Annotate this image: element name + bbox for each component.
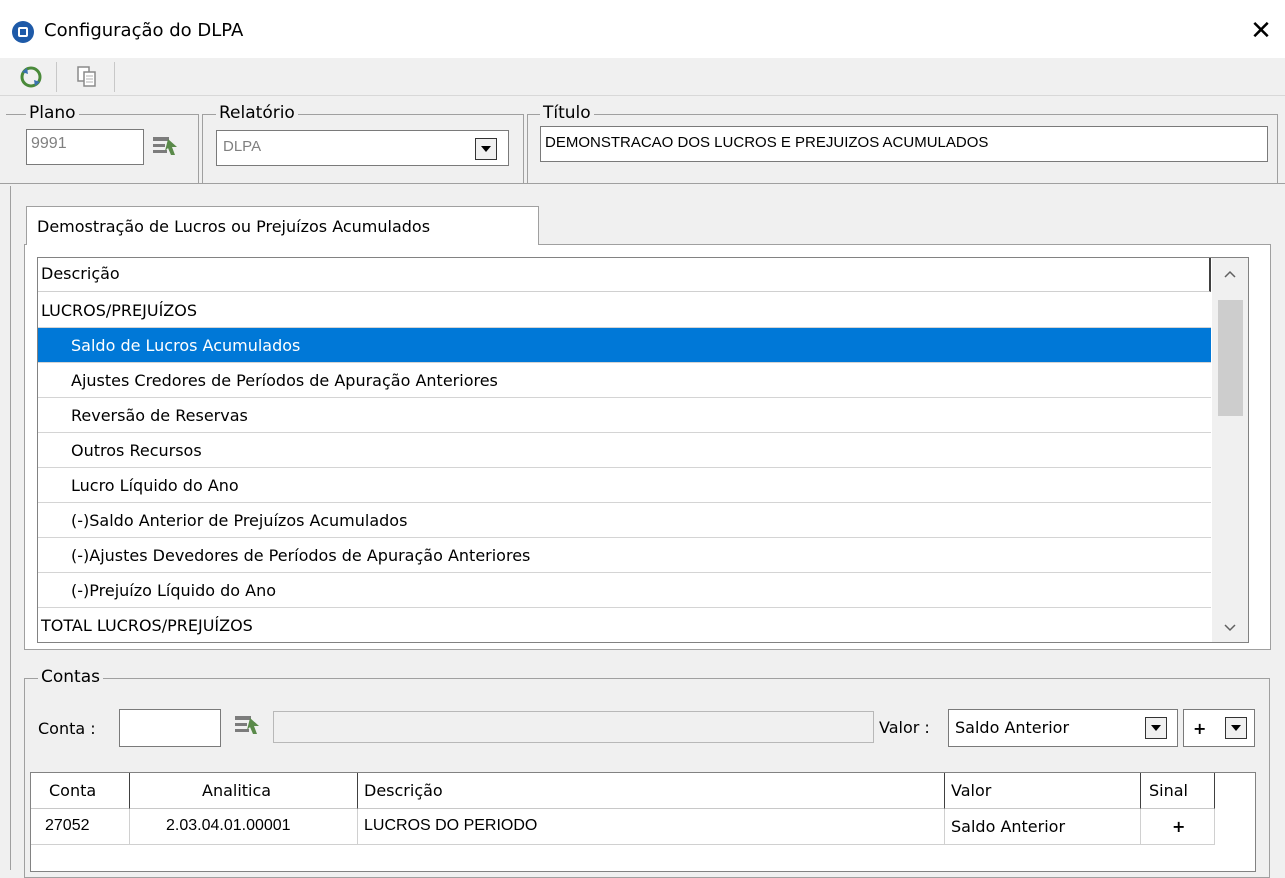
tab-label: Demostração de Lucros ou Prejuízos Acumu… <box>37 217 431 236</box>
lookup-icon[interactable] <box>232 712 262 740</box>
column-header-analitica[interactable]: Analitica <box>130 773 358 809</box>
conta-descricao-field <box>273 711 874 743</box>
titulo-input[interactable]: DEMONSTRACAO DOS LUCROS E PREJUIZOS ACUM… <box>540 126 1268 162</box>
list-item[interactable]: Reversão de Reservas <box>38 398 1211 433</box>
plano-input[interactable]: 9991 <box>26 129 144 165</box>
scrollbar-thumb[interactable] <box>1218 300 1243 416</box>
vertical-scrollbar[interactable] <box>1212 258 1248 642</box>
list-item[interactable]: Saldo de Lucros Acumulados <box>38 328 1211 363</box>
list-item[interactable]: Ajustes Credores de Períodos de Apuração… <box>38 363 1211 398</box>
list-item[interactable]: Outros Recursos <box>38 433 1211 468</box>
valor-label: Valor : <box>879 718 930 737</box>
chevron-down-icon[interactable] <box>1220 618 1240 638</box>
app-icon <box>12 21 34 43</box>
list-header[interactable]: Descrição <box>38 258 1211 292</box>
list-item[interactable]: TOTAL LUCROS/PREJUÍZOS <box>38 608 1211 642</box>
column-header-descricao[interactable]: Descrição <box>358 773 945 809</box>
table-row-cell-conta[interactable]: 27052 <box>31 809 130 845</box>
relatorio-select[interactable]: DLPA <box>216 130 509 166</box>
list-item[interactable]: LUCROS/PREJUÍZOS <box>38 293 1211 328</box>
tab-demostracao[interactable]: Demostração de Lucros ou Prejuízos Acumu… <box>26 206 539 245</box>
list-item[interactable]: Lucro Líquido do Ano <box>38 468 1211 503</box>
valor-select[interactable]: Saldo Anterior <box>948 709 1178 747</box>
table-row-cell-valor[interactable]: Saldo Anterior <box>945 809 1141 845</box>
list-item[interactable]: (-)Prejuízo Líquido do Ano <box>38 573 1211 608</box>
close-icon[interactable]: ✕ <box>1244 14 1278 48</box>
valor-dropdown-icon[interactable] <box>1145 717 1167 739</box>
column-header-sinal[interactable]: Sinal <box>1141 773 1215 809</box>
sinal-dropdown-icon[interactable] <box>1225 717 1247 739</box>
list-header-descricao: Descrição <box>41 264 120 283</box>
relatorio-dropdown-icon[interactable] <box>475 138 497 160</box>
plano-label: Plano <box>26 104 79 122</box>
table-row-cell-analitica[interactable]: 2.03.04.01.00001 <box>130 809 358 845</box>
contas-label: Contas <box>38 668 103 686</box>
column-header-conta[interactable]: Conta <box>31 773 130 809</box>
toolbar <box>0 58 1285 96</box>
descricao-list[interactable]: Descrição LUCROS/PREJUÍZOS Saldo de Lucr… <box>37 257 1249 643</box>
toolbar-separator <box>56 62 57 92</box>
refresh-icon[interactable] <box>16 62 46 92</box>
list-item[interactable]: (-)Saldo Anterior de Prejuízos Acumulado… <box>38 503 1211 538</box>
lookup-icon[interactable] <box>150 133 180 161</box>
contas-grid[interactable]: Conta Analitica Descrição Valor Sinal 27… <box>30 772 1256 872</box>
table-row-cell-descricao[interactable]: LUCROS DO PERIODO <box>358 809 945 845</box>
conta-label: Conta : <box>38 719 96 738</box>
toolbar-separator <box>114 62 115 92</box>
titulo-label: Título <box>540 104 594 122</box>
window-title: Configuração do DLPA <box>44 20 244 41</box>
copy-icon[interactable] <box>72 62 102 92</box>
relatorio-label: Relatório <box>216 104 298 122</box>
list-item[interactable]: (-)Ajustes Devedores de Períodos de Apur… <box>38 538 1211 573</box>
column-header-valor[interactable]: Valor <box>945 773 1141 809</box>
conta-input[interactable] <box>119 709 221 747</box>
table-row-cell-sinal[interactable]: + <box>1141 809 1215 845</box>
chevron-up-icon[interactable] <box>1220 264 1240 284</box>
